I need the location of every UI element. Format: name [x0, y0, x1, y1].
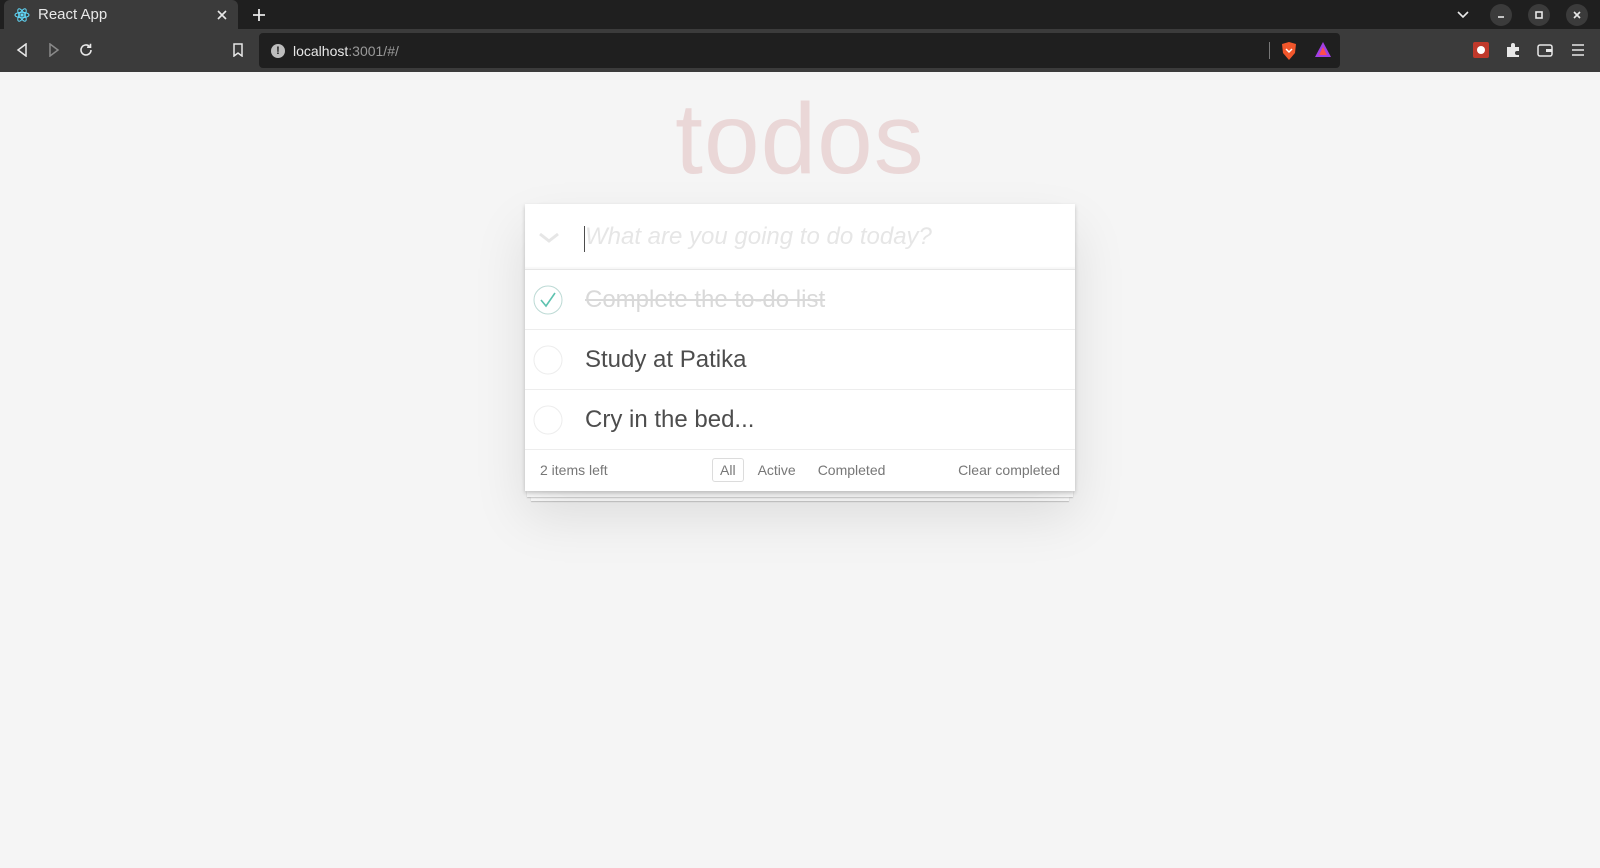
filter-tabs: All Active Completed: [709, 458, 896, 482]
url-path: :3001/#/: [348, 42, 399, 59]
toggle-all-chevron-down-icon[interactable]: [537, 226, 561, 250]
filter-active[interactable]: Active: [750, 458, 804, 482]
new-todo-header: [525, 204, 1075, 270]
todo-footer: 2 items left All Active Completed Clear …: [525, 450, 1075, 491]
close-window-icon[interactable]: [1566, 4, 1588, 26]
tab-title: React App: [38, 6, 108, 23]
site-info-icon[interactable]: !: [271, 43, 285, 58]
todo-checked-icon[interactable]: [533, 285, 563, 315]
todo-item: Cry in the bed...: [525, 390, 1075, 450]
minimize-icon[interactable]: [1490, 4, 1512, 26]
maximize-icon[interactable]: [1528, 4, 1550, 26]
items-left-count: 2 items left: [540, 462, 608, 478]
text-cursor: [584, 226, 585, 252]
url-host: localhost: [293, 42, 349, 59]
tab-close-icon[interactable]: [214, 7, 230, 23]
app-title: todos: [675, 83, 925, 195]
todo-list: Complete the to-do list Study at Patika …: [525, 270, 1075, 450]
forward-icon[interactable]: [44, 40, 64, 60]
clear-completed-button[interactable]: Clear completed: [958, 462, 1060, 478]
extension-icon[interactable]: [1471, 40, 1491, 60]
new-todo-input[interactable]: [585, 204, 1065, 270]
reload-icon[interactable]: [76, 40, 96, 60]
brave-rewards-icon[interactable]: [1314, 41, 1332, 64]
address-bar[interactable]: ! localhost:3001/#/: [259, 33, 1340, 68]
todo-unchecked-icon[interactable]: [533, 405, 563, 435]
stacked-paper-effect: [531, 497, 1069, 501]
filter-completed[interactable]: Completed: [810, 458, 894, 482]
todo-item: Complete the to-do list: [525, 270, 1075, 330]
tab-list-chevron-down-icon[interactable]: [1452, 4, 1474, 26]
back-icon[interactable]: [12, 40, 32, 60]
bookmark-icon[interactable]: [228, 40, 248, 60]
new-tab-plus-icon[interactable]: [248, 4, 270, 26]
todo-app: Complete the to-do list Study at Patika …: [525, 204, 1075, 491]
url-divider: [1269, 42, 1270, 59]
puzzle-icon[interactable]: [1503, 40, 1523, 60]
browser-toolbar: ! localhost:3001/#/: [0, 29, 1600, 72]
react-favicon-icon: [14, 7, 30, 23]
brave-shield-icon[interactable]: [1280, 41, 1298, 66]
tab-strip: React App: [0, 0, 1600, 29]
todo-unchecked-icon[interactable]: [533, 345, 563, 375]
todo-item: Study at Patika: [525, 330, 1075, 390]
menu-icon[interactable]: [1568, 40, 1588, 60]
todo-label[interactable]: Complete the to-do list: [585, 270, 825, 329]
filter-all[interactable]: All: [712, 458, 744, 482]
stacked-paper-effect: [527, 491, 1073, 497]
todo-label[interactable]: Study at Patika: [585, 330, 746, 389]
browser-tab[interactable]: React App: [4, 0, 238, 29]
todo-label[interactable]: Cry in the bed...: [585, 390, 754, 449]
wallet-icon[interactable]: [1535, 40, 1555, 60]
